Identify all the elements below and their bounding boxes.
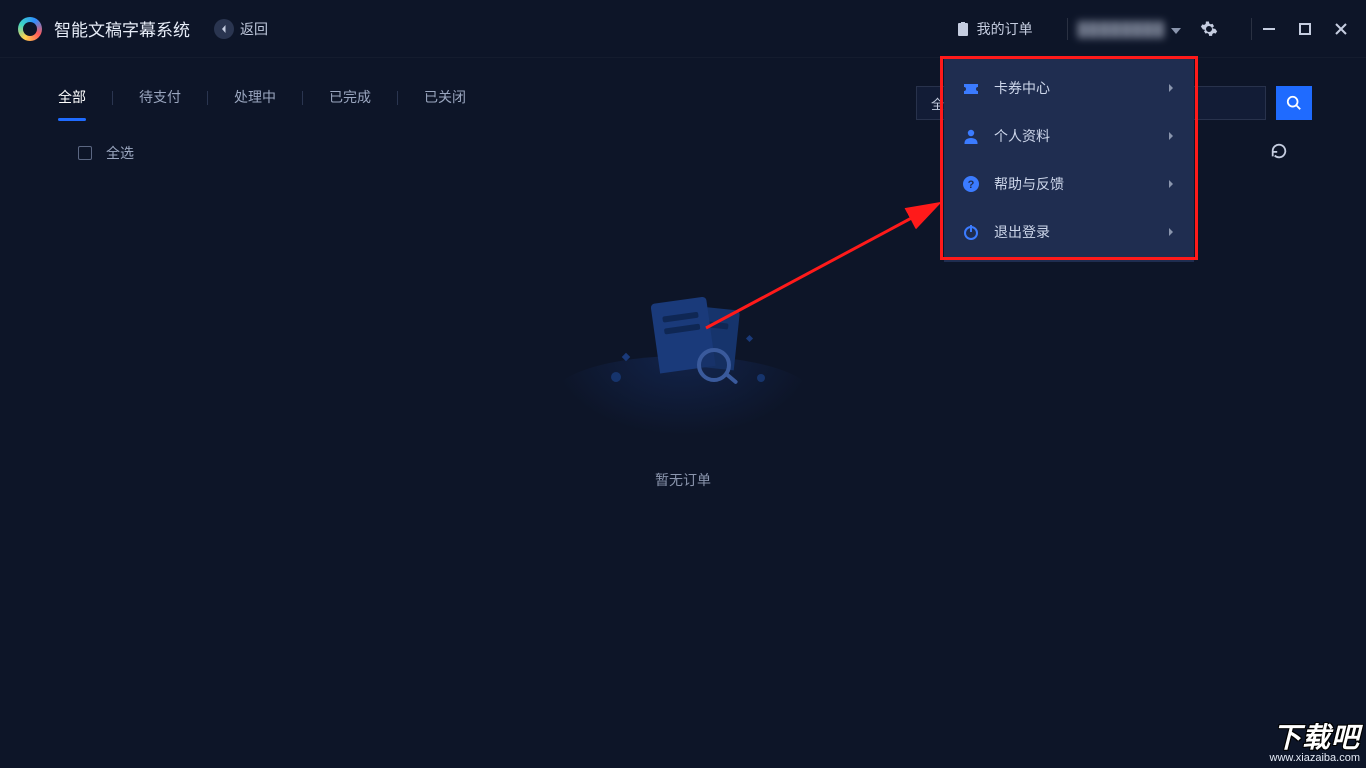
back-button[interactable]: 返回 [214, 19, 268, 39]
account-name: ████████ [1078, 21, 1165, 37]
watermark: 下载吧 www.xiazaiba.com [1270, 716, 1360, 764]
back-arrow-icon [214, 19, 234, 39]
menu-label: 卡券中心 [994, 78, 1050, 98]
clipboard-icon [955, 21, 971, 37]
ticket-icon [962, 79, 980, 97]
empty-text: 暂无订单 [655, 470, 711, 490]
header-separator-2 [1251, 18, 1252, 40]
title-bar: 智能文稿字幕系统 返回 我的订单 ████████ [0, 0, 1366, 58]
menu-label: 个人资料 [994, 126, 1050, 146]
menu-profile[interactable]: 个人资料 [944, 112, 1194, 160]
chevron-right-icon [1166, 224, 1176, 240]
settings-button[interactable] [1199, 19, 1219, 39]
chevron-right-icon [1166, 176, 1176, 192]
minimize-button[interactable] [1262, 22, 1276, 36]
account-dropdown[interactable]: ████████ [1078, 21, 1181, 37]
account-menu: 卡券中心 个人资料 ? 帮助与反馈 退出登录 [944, 58, 1194, 262]
watermark-url: www.xiazaiba.com [1270, 752, 1360, 764]
header-separator [1067, 18, 1068, 40]
select-all-checkbox[interactable] [78, 146, 92, 160]
tab-closed[interactable]: 已关闭 [420, 87, 470, 119]
menu-label: 退出登录 [994, 222, 1050, 242]
maximize-button[interactable] [1298, 22, 1312, 36]
refresh-icon [1270, 142, 1288, 160]
app-logo-icon [18, 17, 42, 41]
menu-coupon-center[interactable]: 卡券中心 [944, 64, 1194, 112]
app-title: 智能文稿字幕系统 [54, 16, 190, 41]
tab-all[interactable]: 全部 [54, 87, 90, 119]
tab-processing[interactable]: 处理中 [230, 87, 280, 119]
caret-down-icon [1171, 21, 1181, 37]
my-orders-label: 我的订单 [977, 19, 1033, 39]
menu-help-feedback[interactable]: ? 帮助与反馈 [944, 160, 1194, 208]
empty-state: 暂无订单 [593, 290, 773, 490]
person-icon [962, 127, 980, 145]
tab-completed[interactable]: 已完成 [325, 87, 375, 119]
power-icon [962, 223, 980, 241]
menu-logout[interactable]: 退出登录 [944, 208, 1194, 256]
refresh-button[interactable] [1270, 142, 1288, 163]
search-icon [1286, 95, 1302, 111]
select-all-label: 全选 [106, 143, 134, 163]
search-button[interactable] [1276, 86, 1312, 120]
chevron-right-icon [1166, 128, 1176, 144]
svg-text:?: ? [968, 179, 975, 191]
watermark-text: 下载吧 [1270, 716, 1360, 756]
close-button[interactable] [1334, 22, 1348, 36]
menu-label: 帮助与反馈 [994, 174, 1064, 194]
gear-icon [1200, 20, 1218, 38]
empty-illustration-icon [593, 290, 773, 410]
back-label: 返回 [240, 19, 268, 39]
tab-pending-payment[interactable]: 待支付 [135, 87, 185, 119]
chevron-right-icon [1166, 80, 1176, 96]
my-orders-button[interactable]: 我的订单 [955, 19, 1033, 39]
help-icon: ? [962, 175, 980, 193]
